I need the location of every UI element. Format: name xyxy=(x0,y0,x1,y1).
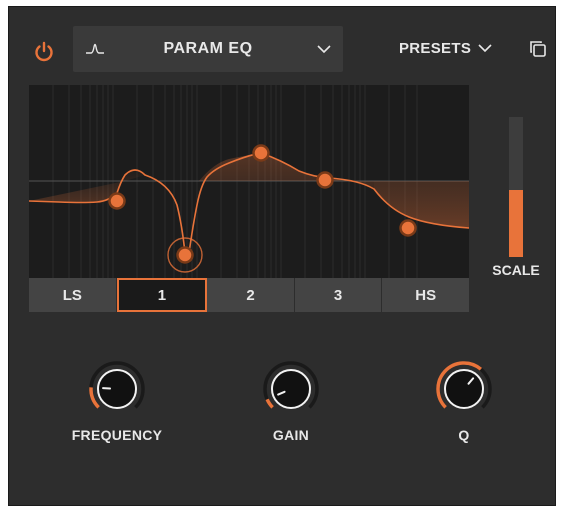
filter-type-dropdown[interactable]: PARAM EQ xyxy=(73,26,343,72)
tab-band-1[interactable]: 1 xyxy=(116,278,208,312)
band-hs-node[interactable] xyxy=(399,219,417,237)
q-knob-group: Q xyxy=(394,359,534,443)
copy-icon[interactable] xyxy=(529,40,547,58)
presets-label: PRESETS xyxy=(399,39,472,57)
frequency-knob[interactable] xyxy=(87,359,147,419)
filter-type-label: PARAM EQ xyxy=(163,40,253,57)
eq-curve-display[interactable] xyxy=(29,85,469,278)
tab-band-ls[interactable]: LS xyxy=(29,278,117,312)
band-1-node[interactable] xyxy=(176,246,194,264)
tab-band-2[interactable]: 2 xyxy=(207,278,295,312)
chevron-down-icon xyxy=(317,45,331,54)
q-label: Q xyxy=(458,427,470,443)
band-selector: LS 1 2 3 HS xyxy=(29,278,469,312)
scale-level-fill xyxy=(509,189,523,257)
presets-button[interactable]: PRESETS xyxy=(399,37,493,59)
power-icon[interactable] xyxy=(33,41,55,63)
tab-band-hs[interactable]: HS xyxy=(382,278,469,312)
scale-label: SCALE xyxy=(492,262,540,278)
band-2-node[interactable] xyxy=(252,144,270,162)
band-3-node[interactable] xyxy=(316,171,334,189)
gain-knob[interactable] xyxy=(261,359,321,419)
q-knob[interactable] xyxy=(434,359,494,419)
frequency-label: FREQUENCY xyxy=(71,427,163,443)
scale-slider[interactable] xyxy=(509,117,523,257)
param-eq-plugin-panel: PARAM EQ PRESETS LS 1 2 3 HS SCALE FREQU… xyxy=(8,6,556,506)
gain-label: GAIN xyxy=(272,427,310,443)
tab-band-3[interactable]: 3 xyxy=(294,278,383,312)
chevron-down-icon xyxy=(478,44,492,53)
band-ls-node[interactable] xyxy=(108,192,126,210)
gain-knob-group: GAIN xyxy=(221,359,361,443)
frequency-knob-group: FREQUENCY xyxy=(47,359,187,443)
